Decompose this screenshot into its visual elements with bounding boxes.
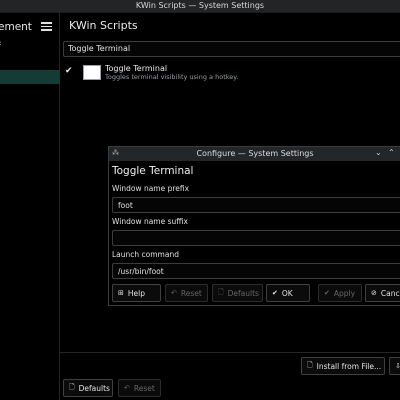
help-label: Help	[127, 288, 145, 298]
search-input[interactable]: Toggle Terminal	[63, 41, 400, 57]
page-header: KWin Scripts	[60, 13, 400, 39]
launch-command-field[interactable]: /usr/bin/foot	[112, 263, 400, 279]
defaults-label: Defaults	[78, 383, 110, 393]
back-icon[interactable]: ‹	[0, 39, 2, 49]
sidebar: ement ‹	[0, 13, 60, 400]
dialog-defaults-button[interactable]: 🗋 Defaults	[212, 284, 263, 302]
help-icon: ⊞	[118, 289, 124, 297]
cancel-button[interactable]: ⊘ Cance	[365, 284, 400, 302]
more-button[interactable]: ⇩	[389, 357, 400, 375]
launch-command-value: /usr/bin/foot	[118, 267, 164, 276]
undo-icon: ↶	[124, 384, 130, 392]
script-name: Toggle Terminal	[105, 64, 168, 73]
suffix-field[interactable]	[112, 230, 400, 246]
dialog-titlebar[interactable]: ⁂ Configure — System Settings ⌄ ⌃	[109, 147, 400, 161]
page-title: KWin Scripts	[69, 19, 138, 32]
document-icon: 🗋	[69, 382, 75, 391]
hamburger-menu-icon[interactable]	[41, 22, 52, 31]
install-from-file-button[interactable]: 🗋 Install from File...	[301, 357, 385, 375]
document-icon: 🗋	[218, 287, 224, 296]
checkmark-icon: ✔	[272, 289, 278, 297]
install-from-file-label: Install from File...	[316, 361, 382, 371]
script-description: Toggles terminal visibility using a hotk…	[105, 73, 239, 81]
sidebar-header: ement	[0, 13, 60, 39]
checkmark-icon: ✔	[324, 289, 330, 297]
window-title: KWin Scripts — System Settings	[135, 1, 265, 10]
sidebar-item-kwin-scripts[interactable]	[0, 70, 60, 84]
defaults-button[interactable]: 🗋 Defaults	[63, 379, 113, 397]
script-thumbnail	[83, 65, 101, 80]
launch-command-label: Launch command	[112, 250, 179, 259]
dialog-heading: Toggle Terminal	[112, 165, 194, 177]
maximize-icon[interactable]: ⌃	[388, 148, 395, 157]
dialog-defaults-label: Defaults	[227, 288, 259, 298]
download-icon: ⇩	[395, 362, 400, 370]
dialog-reset-label: Reset	[180, 288, 202, 298]
dialog-title: Configure — System Settings	[196, 149, 314, 158]
apply-label: Apply	[333, 288, 356, 298]
ok-button[interactable]: ✔ OK	[266, 284, 310, 302]
footer-divider	[60, 352, 400, 353]
undo-icon: ↶	[171, 289, 177, 297]
search-input-value: Toggle Terminal	[68, 44, 131, 53]
configure-dialog: ⁂ Configure — System Settings ⌄ ⌃ Toggle…	[108, 146, 400, 306]
reset-button[interactable]: ↶ Reset	[118, 379, 161, 397]
reset-label: Reset	[133, 383, 155, 393]
prefix-value: foot	[118, 201, 133, 210]
ok-label: OK	[281, 288, 293, 298]
prefix-field[interactable]: foot	[112, 197, 400, 213]
window-titlebar[interactable]: KWin Scripts — System Settings	[0, 0, 400, 13]
minimize-icon[interactable]: ⌄	[375, 148, 382, 157]
list-item[interactable]: ✔ Toggle Terminal Toggles terminal visib…	[60, 61, 400, 86]
sidebar-breadcrumb: ement	[0, 21, 32, 33]
enabled-checkmark-icon[interactable]: ✔	[65, 66, 73, 76]
prefix-label: Window name prefix	[112, 184, 190, 193]
apply-button[interactable]: ✔ Apply	[318, 284, 362, 302]
cancel-icon: ⊘	[371, 289, 377, 297]
file-icon: 🗋	[307, 360, 313, 369]
dialog-reset-button[interactable]: ↶ Reset	[165, 284, 208, 302]
suffix-label: Window name suffix	[112, 217, 188, 226]
help-button[interactable]: ⊞ Help	[112, 284, 161, 302]
cancel-label: Cance	[380, 288, 400, 298]
